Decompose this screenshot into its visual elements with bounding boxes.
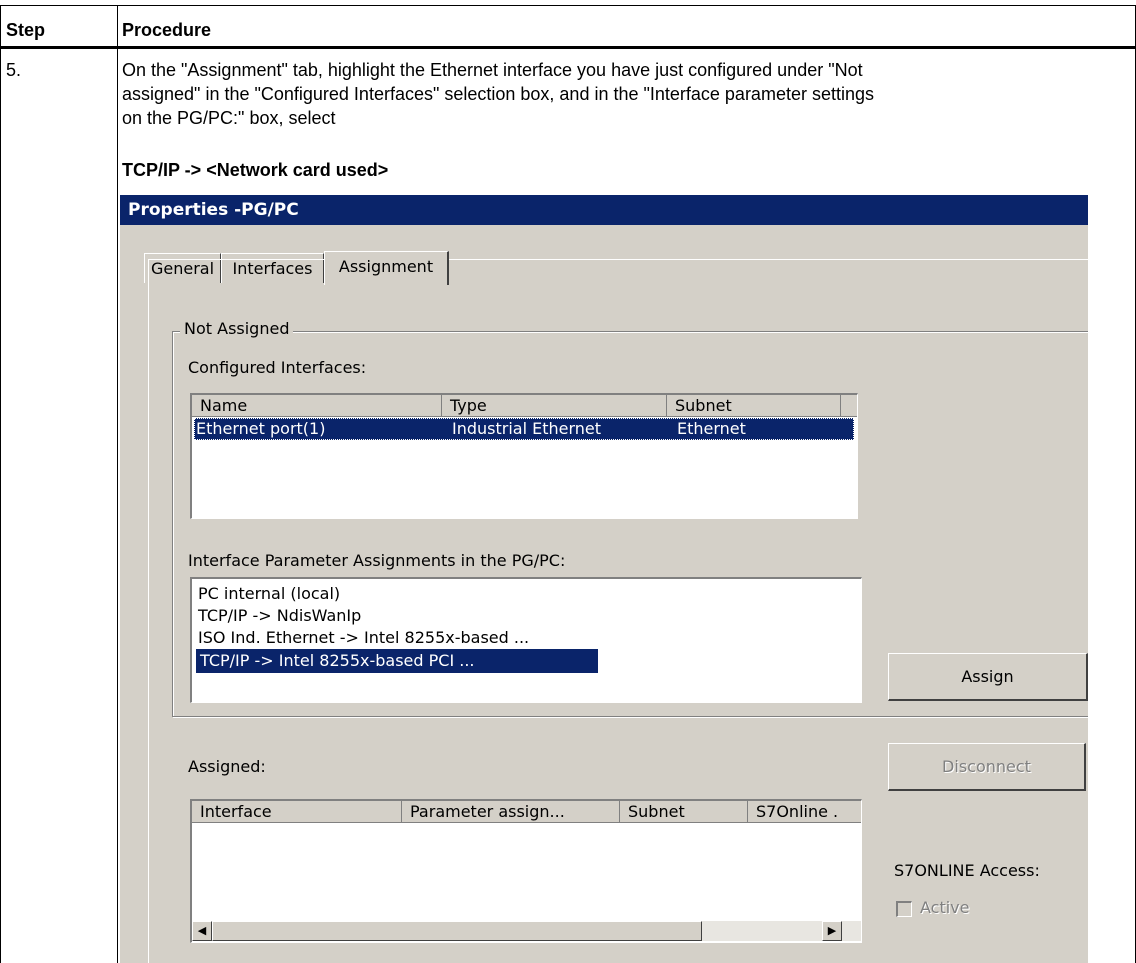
configured-interfaces-list[interactable]: Name Type Subnet Ethernet port(1) Indust… bbox=[190, 393, 858, 519]
column-parameter-assign[interactable]: Parameter assign... bbox=[402, 801, 620, 823]
tab-assignment[interactable]: Assignment bbox=[324, 251, 449, 285]
column-name[interactable]: Name bbox=[192, 395, 442, 417]
table-header-separator bbox=[0, 46, 1136, 49]
table-row[interactable]: Ethernet port(1) Industrial Ethernet Eth… bbox=[194, 418, 854, 440]
assigned-label: Assigned: bbox=[188, 757, 266, 776]
param-assignments-list[interactable]: PC internal (local) TCP/IP -> NdisWanIp … bbox=[190, 577, 862, 703]
scroll-left-icon[interactable]: ◀ bbox=[192, 921, 212, 941]
assign-button[interactable]: Assign bbox=[888, 653, 1088, 701]
row-type: Industrial Ethernet bbox=[452, 419, 602, 438]
param-assignments-label: Interface Parameter Assignments in the P… bbox=[188, 551, 566, 570]
instruction-line-1: On the "Assignment" tab, highlight the E… bbox=[122, 60, 863, 80]
s7online-access-label: S7ONLINE Access: bbox=[894, 861, 1040, 880]
list-item[interactable]: ISO Ind. Ethernet -> Intel 8255x-based .… bbox=[198, 627, 529, 649]
configured-interfaces-label: Configured Interfaces: bbox=[188, 358, 367, 377]
active-checkbox-label: Active bbox=[920, 898, 970, 917]
column-header-procedure: Procedure bbox=[122, 20, 212, 40]
table-column-divider bbox=[117, 5, 118, 963]
assigned-list[interactable]: Interface Parameter assign... Subnet S7O… bbox=[190, 799, 862, 943]
column-subnet[interactable]: Subnet bbox=[667, 395, 841, 417]
list-item[interactable]: TCP/IP -> NdisWanIp bbox=[198, 605, 361, 627]
column-interface[interactable]: Interface bbox=[192, 801, 402, 823]
dialog-title: Properties -PG/PC bbox=[120, 195, 1088, 225]
column-subnet[interactable]: Subnet bbox=[620, 801, 748, 823]
instruction-line-3: on the PG/PC:" box, select bbox=[122, 108, 336, 128]
row-subnet: Ethernet bbox=[677, 419, 746, 438]
step-number: 5. bbox=[6, 60, 22, 80]
list-item-selected[interactable]: TCP/IP -> Intel 8255x-based PCI ... bbox=[196, 649, 598, 673]
not-assigned-group-label: Not Assigned bbox=[180, 319, 294, 338]
instruction-line-2: assigned" in the "Configured Interfaces"… bbox=[122, 84, 874, 104]
horizontal-scrollbar[interactable]: ◀ ▶ bbox=[192, 921, 861, 941]
column-header-step: Step bbox=[6, 20, 46, 40]
properties-dialog: Properties -PG/PC General Interfaces Ass… bbox=[120, 195, 1088, 963]
disconnect-button[interactable]: Disconnect bbox=[888, 743, 1086, 791]
selection-path: TCP/IP -> <Network card used> bbox=[122, 160, 389, 180]
row-name: Ethernet port(1) bbox=[196, 419, 326, 438]
scroll-thumb[interactable] bbox=[212, 921, 702, 941]
list-item[interactable]: PC internal (local) bbox=[198, 583, 340, 605]
column-s7online[interactable]: S7Online . bbox=[748, 801, 861, 823]
table-top-border bbox=[0, 5, 1136, 6]
active-checkbox[interactable] bbox=[896, 901, 912, 917]
column-type[interactable]: Type bbox=[442, 395, 667, 417]
column-filler bbox=[841, 395, 857, 417]
scroll-right-icon[interactable]: ▶ bbox=[822, 921, 842, 941]
table-left-border bbox=[0, 5, 1, 963]
